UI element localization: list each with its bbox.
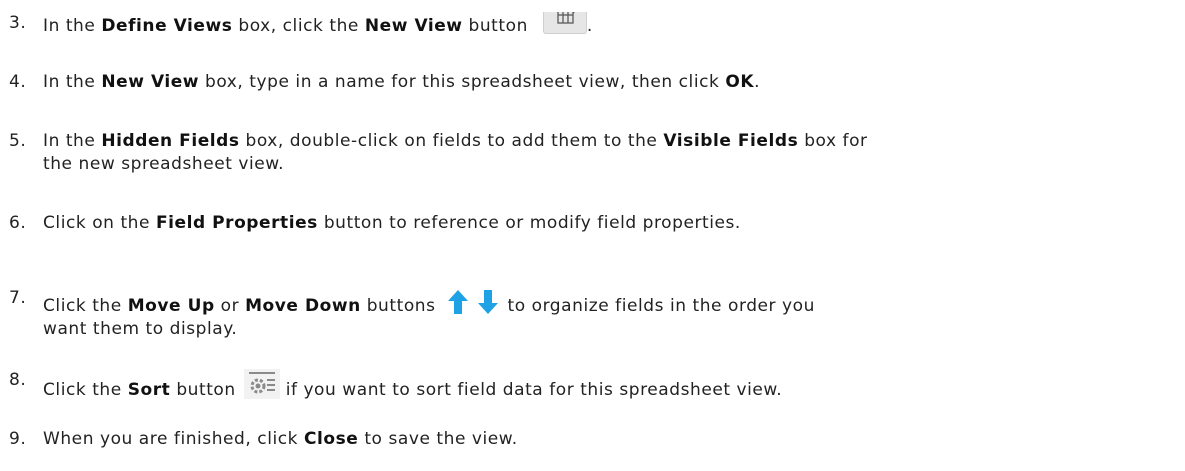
step-text: Click on the Field Properties button to …: [43, 213, 741, 233]
ui-term: Define Views: [101, 16, 233, 36]
step-text: In the Hidden Fields box, double-click o…: [43, 131, 868, 174]
move-up-down-arrows-icon: [444, 287, 502, 317]
ui-term: OK: [725, 72, 755, 92]
ui-term: Visible Fields: [663, 131, 799, 151]
move-up-icon: [447, 290, 468, 314]
step-text: In the New View box, type in a name for …: [43, 72, 761, 92]
step-number: 8.: [9, 370, 27, 390]
step-number: 5.: [9, 131, 27, 151]
step-text: In the Define Views box, click the New V…: [43, 12, 1178, 38]
ui-term: Move Down: [245, 296, 361, 316]
step-text: Click the Move Up or Move Down buttons t…: [43, 287, 1178, 341]
new-view-icon: [542, 12, 587, 34]
step-number: 3.: [9, 13, 27, 33]
ui-term: Close: [304, 429, 359, 449]
sort-icon: [243, 369, 280, 399]
step-number: 6.: [9, 213, 27, 233]
step-number: 4.: [9, 72, 27, 92]
ui-term: New View: [101, 72, 200, 92]
ui-term: Hidden Fields: [101, 131, 240, 151]
ui-term: New View: [364, 16, 463, 36]
move-down-icon: [477, 290, 498, 314]
step-text: When you are finished, click Close to sa…: [43, 429, 518, 449]
step-number: 9.: [9, 429, 27, 449]
ui-term: Move Up: [127, 296, 215, 316]
ui-term: Field Properties: [155, 213, 318, 233]
ui-term: Sort: [127, 380, 171, 400]
step-text: Click the Sort button if you want to sor…: [43, 369, 1178, 402]
step-number: 7.: [9, 288, 27, 308]
